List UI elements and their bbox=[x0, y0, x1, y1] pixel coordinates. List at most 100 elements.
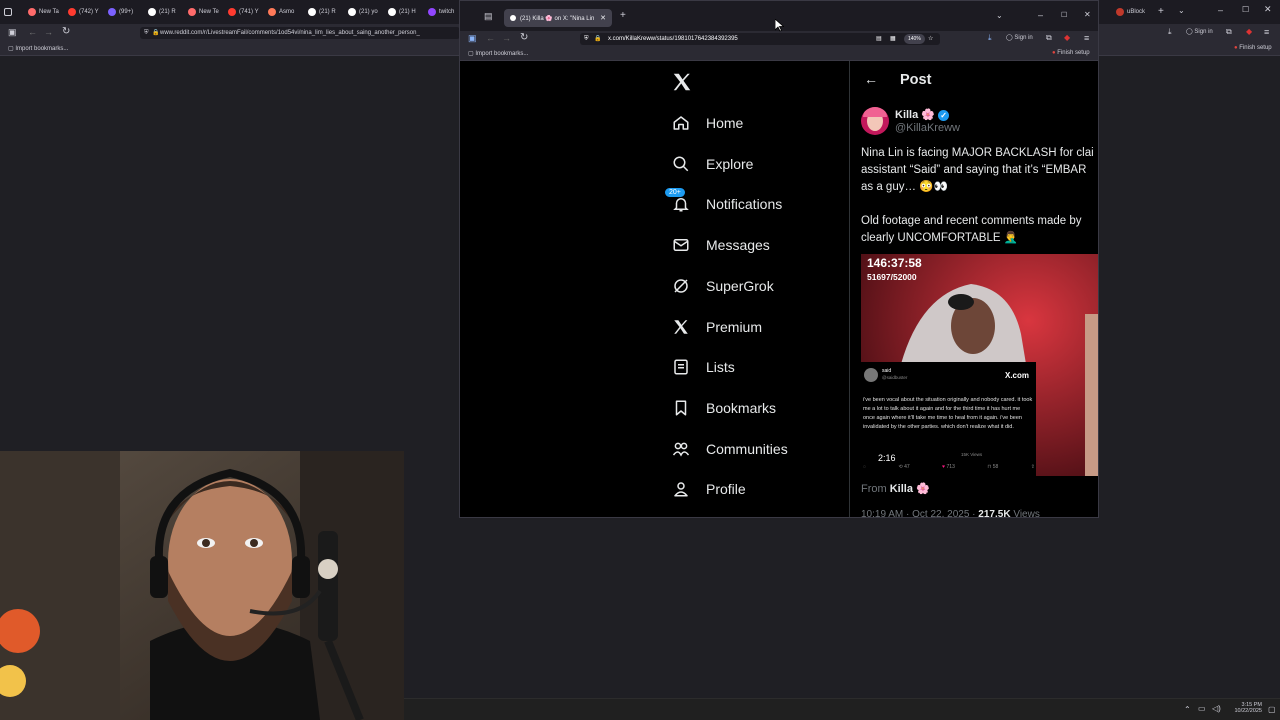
tray-chevron-icon[interactable]: ⌃ bbox=[1184, 705, 1191, 714]
author-handle[interactable]: @KillaKreww bbox=[895, 122, 960, 134]
tab-favicon-icon bbox=[28, 8, 36, 16]
person-icon bbox=[670, 478, 692, 500]
post-text-line: clearly UNCOMFORTABLE 🤦‍♂️ bbox=[861, 232, 1019, 244]
from-attribution: From Killa 🌸 bbox=[861, 483, 930, 495]
browser-tab[interactable]: (21) R bbox=[148, 4, 186, 20]
post-text-line: Nina Lin is facing MAJOR BACKLASH for cl… bbox=[861, 147, 1094, 159]
volume-icon[interactable]: ◁) bbox=[1212, 704, 1221, 713]
browser-tab[interactable]: New Ta bbox=[28, 4, 66, 20]
download-icon[interactable]: ⤓ bbox=[988, 33, 992, 43]
tab-list-chevron-icon[interactable]: ⌄ bbox=[1178, 6, 1185, 15]
new-tab-button[interactable]: + bbox=[620, 10, 626, 21]
sidebar-toggle-icon[interactable]: ▣ bbox=[8, 27, 17, 38]
picture-icon[interactable]: ▦ bbox=[890, 33, 896, 45]
post-video[interactable]: 146:37:58 51697/52000 said @saidbuster X… bbox=[861, 254, 1098, 476]
ublock-icon bbox=[1116, 8, 1124, 16]
author-name[interactable]: Killa 🌸 ✓ bbox=[895, 108, 950, 121]
sidebar-item-bookmarks[interactable]: Bookmarks bbox=[670, 393, 776, 423]
grok-icon bbox=[670, 275, 692, 297]
sidebar-toggle-icon[interactable]: ▣ bbox=[468, 33, 477, 44]
x-page: Home Explore 20+ Notifications Messages Super… bbox=[460, 61, 1098, 517]
sidebar-item-lists[interactable]: Lists bbox=[670, 352, 735, 382]
browser-tab[interactable]: (21) H bbox=[388, 4, 426, 20]
tab-ublock[interactable]: uBlock bbox=[1116, 4, 1156, 20]
search-icon bbox=[670, 153, 692, 175]
finish-setup-link[interactable]: ● Finish setup bbox=[1052, 50, 1090, 56]
star-icon[interactable]: ☆ bbox=[928, 33, 933, 45]
extensions-icon[interactable]: ⧉ bbox=[1046, 33, 1052, 43]
finish-setup-link[interactable]: ● Finish setup bbox=[1234, 45, 1272, 51]
sidebar-item-communities[interactable]: Communities bbox=[670, 434, 788, 464]
sidebar-item-premium[interactable]: Premium bbox=[670, 312, 762, 342]
browser-tab[interactable]: (21) yo bbox=[348, 4, 386, 20]
extensions-icon[interactable]: ⧉ bbox=[1226, 27, 1232, 37]
tab-x-post[interactable]: (21) Killa 🌸 on X: "Nina Lin is facin ✕ bbox=[504, 9, 612, 27]
forward-icon[interactable]: → bbox=[44, 27, 53, 37]
forward-icon[interactable]: → bbox=[502, 33, 511, 43]
notification-center-icon[interactable]: ▢ bbox=[1268, 705, 1276, 714]
minimize-button[interactable]: – bbox=[1038, 10, 1043, 20]
back-arrow-icon[interactable]: ← bbox=[864, 71, 878, 87]
reader-view-icon[interactable]: ▤ bbox=[876, 33, 882, 45]
sidebar-item-messages[interactable]: Messages bbox=[670, 230, 770, 260]
post-text-line: assistant “Said” and saying that it’s “E… bbox=[861, 164, 1087, 176]
home-icon bbox=[670, 112, 692, 134]
maximize-button[interactable]: ☐ bbox=[1061, 11, 1067, 19]
post-text: Nina Lin is facing MAJOR BACKLASH for cl… bbox=[861, 145, 1094, 247]
sidebar-item-label: Notifications bbox=[706, 196, 783, 212]
ublock-toolbar-icon[interactable]: ◆ bbox=[1064, 33, 1070, 42]
popup-address-bar[interactable]: ⛨ 🔒 x.com/KillaKreww/status/198101764238… bbox=[580, 33, 940, 45]
close-button[interactable]: ✕ bbox=[1264, 4, 1272, 15]
tab-list-chevron-icon[interactable]: ⌄ bbox=[996, 11, 1003, 20]
tray-clock[interactable]: 3:15 PM 10/22/2025 bbox=[1230, 702, 1262, 714]
tab-favicon-icon bbox=[348, 8, 356, 16]
sidebar-item-notifications[interactable]: 20+ Notifications bbox=[664, 187, 783, 219]
browser-tab[interactable]: (99+) bbox=[108, 4, 146, 20]
x-popup-window: ▤ (21) Killa 🌸 on X: "Nina Lin is facin … bbox=[459, 0, 1099, 518]
minimize-button[interactable]: – bbox=[1218, 5, 1223, 15]
tab-favicon-icon bbox=[308, 8, 316, 16]
tab-overview-icon[interactable]: ▤ bbox=[484, 11, 493, 22]
sidebar-item-profile[interactable]: Profile bbox=[670, 474, 746, 504]
tab-favicon-icon bbox=[188, 8, 196, 16]
menu-icon[interactable]: ≡ bbox=[1084, 33, 1089, 43]
close-tab-icon[interactable]: ✕ bbox=[600, 14, 606, 22]
account-sign-in[interactable]: ◯ Sign in bbox=[1006, 34, 1033, 41]
ublock-toolbar-icon[interactable]: ◆ bbox=[1246, 27, 1252, 36]
sidebar-item-label: Profile bbox=[706, 481, 746, 497]
menu-icon[interactable]: ≡ bbox=[1264, 27, 1269, 37]
download-icon[interactable]: ⤓ bbox=[1168, 27, 1172, 37]
sidebar-item-explore[interactable]: Explore bbox=[670, 149, 753, 179]
import-bookmarks-link[interactable]: ▢ Import bookmarks... bbox=[8, 45, 68, 52]
background-address-bar[interactable]: ⛨ 🔒 www.reddit.com/r/LivestreamFail/comm… bbox=[140, 27, 460, 39]
browser-tab[interactable]: (21) R bbox=[308, 4, 346, 20]
reload-icon[interactable]: ↻ bbox=[62, 26, 70, 37]
sidebar-item-label: Lists bbox=[706, 359, 735, 375]
network-icon[interactable]: ▭ bbox=[1198, 704, 1206, 713]
import-bookmarks-link[interactable]: ▢ Import bookmarks... bbox=[468, 50, 528, 57]
from-author-link[interactable]: Killa 🌸 bbox=[890, 483, 930, 495]
x-logo-icon[interactable] bbox=[671, 71, 695, 95]
mail-icon bbox=[670, 234, 692, 256]
zoom-level-badge[interactable]: 140% bbox=[904, 34, 925, 44]
browser-tab[interactable]: (742) Y bbox=[68, 4, 106, 20]
mouse-cursor-icon bbox=[775, 19, 784, 32]
browser-tab[interactable]: New Te bbox=[188, 4, 226, 20]
tab-overview-icon[interactable] bbox=[4, 4, 18, 20]
streamer-webcam bbox=[0, 451, 404, 720]
sidebar-item-supergrok[interactable]: SuperGrok bbox=[670, 271, 774, 301]
back-icon[interactable]: ← bbox=[28, 27, 37, 37]
back-icon[interactable]: ← bbox=[486, 33, 495, 43]
tab-favicon-icon bbox=[388, 8, 396, 16]
reload-icon[interactable]: ↻ bbox=[520, 32, 528, 43]
maximize-button[interactable]: ☐ bbox=[1242, 5, 1249, 14]
sidebar-item-home[interactable]: Home bbox=[670, 108, 743, 138]
new-tab-button[interactable]: + bbox=[1158, 6, 1164, 17]
lock-icon: 🔒 bbox=[152, 30, 160, 36]
account-sign-in[interactable]: ◯ Sign in bbox=[1186, 28, 1213, 35]
close-button[interactable]: ✕ bbox=[1084, 10, 1091, 19]
browser-tab[interactable]: Asmo bbox=[268, 4, 306, 20]
video-overlay-count: 51697/52000 bbox=[867, 272, 917, 282]
browser-tab[interactable]: (741) Y bbox=[228, 4, 266, 20]
avatar[interactable] bbox=[861, 107, 889, 135]
